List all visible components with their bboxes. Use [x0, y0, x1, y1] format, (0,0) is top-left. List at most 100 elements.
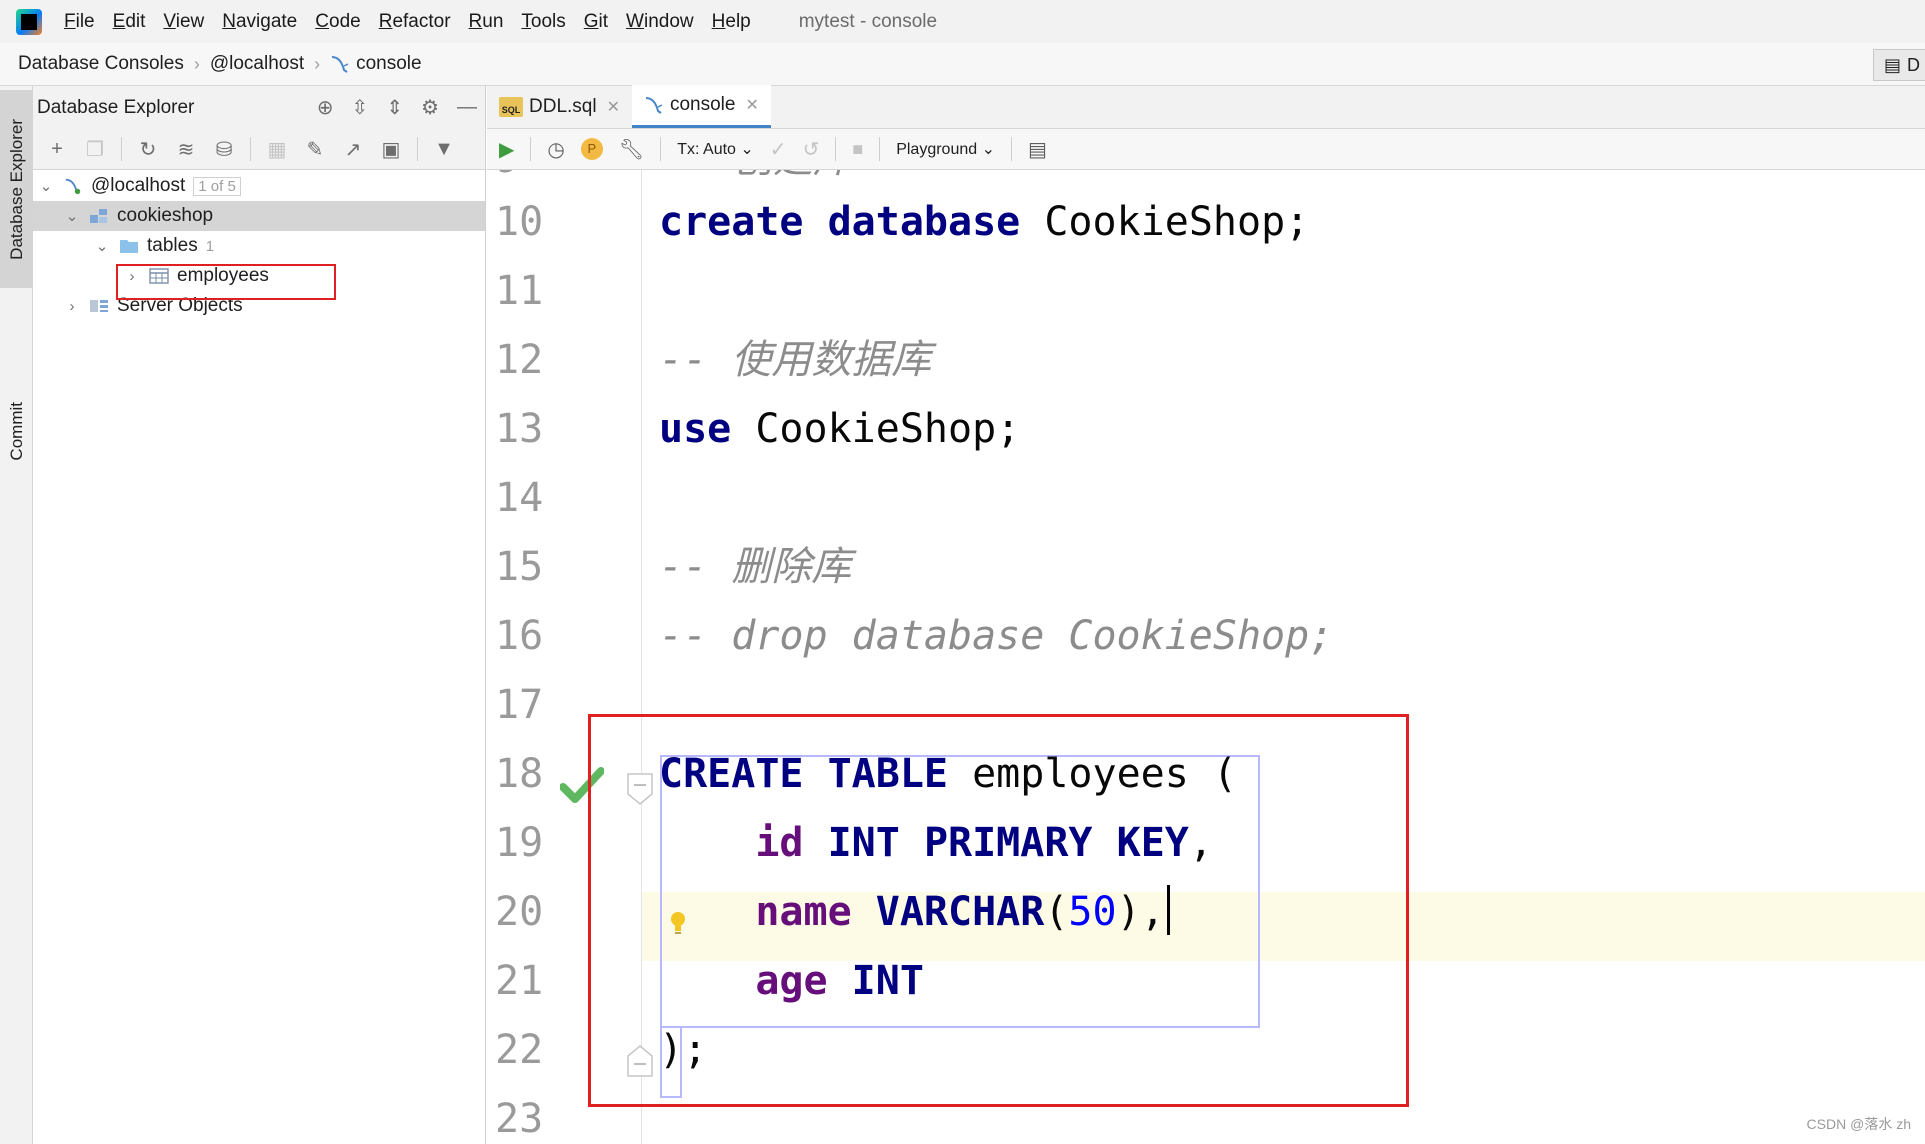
parameters-icon[interactable]: P	[580, 138, 603, 160]
comment-token: --	[659, 544, 732, 590]
menu-navigate[interactable]: Navigate	[222, 11, 297, 33]
tool-tab-commit[interactable]: Commit	[0, 381, 33, 481]
chevron-right-icon[interactable]: ›	[65, 298, 79, 315]
line-number: 17	[495, 682, 544, 728]
chevron-down-icon[interactable]: ⌄	[65, 207, 79, 225]
line-number: 20	[495, 889, 544, 935]
output-grid-icon[interactable]: ▤	[1028, 137, 1047, 162]
tab-console-label: console	[669, 94, 736, 115]
tool-tab-database-explorer-label: Database Explorer	[6, 118, 26, 260]
minimize-icon[interactable]: —	[457, 96, 477, 119]
menu-help[interactable]: Help	[712, 11, 751, 33]
playground-select[interactable]: Playground ⌄	[896, 139, 995, 159]
menu-window[interactable]: Window	[626, 11, 694, 33]
jump-to-source-icon[interactable]: ↗	[341, 137, 365, 162]
tab-ddl-sql-label: DDL.sql	[529, 95, 597, 117]
schema-properties-icon[interactable]: ≋	[174, 137, 198, 162]
tool-tab-database-explorer[interactable]: Database Explorer	[0, 90, 33, 288]
edit-icon[interactable]: ✎	[303, 137, 327, 162]
right-toolbar-button[interactable]: ▤ D	[1873, 49, 1925, 81]
console-ql-icon[interactable]: ▣	[379, 137, 403, 162]
tab-console[interactable]: console ✕	[631, 85, 771, 128]
menu-run[interactable]: Run	[469, 11, 504, 33]
right-toolbar-button-label: D	[1907, 54, 1921, 75]
close-icon[interactable]: ✕	[607, 97, 620, 117]
breadcrumb-localhost[interactable]: @localhost	[210, 53, 304, 75]
menu-refactor[interactable]: Refactor	[379, 11, 451, 33]
tx-mode-label: Tx: Auto	[677, 141, 736, 158]
wrench-icon[interactable]: 🔧︎	[619, 137, 644, 162]
chevron-down-icon[interactable]: ⌄	[39, 177, 53, 195]
close-icon[interactable]: ✕	[745, 95, 758, 115]
gear-icon[interactable]: ⚙	[421, 95, 439, 120]
tree-node-tables-label: tables	[147, 235, 198, 256]
menu-code[interactable]: Code	[315, 11, 360, 33]
editor-toolbar: ▶ ◷ P 🔧︎ Tx: Auto ⌄ ✓ ↺ ■ Playground ⌄ ▤	[487, 129, 1925, 170]
line-number: 22	[495, 1027, 544, 1073]
code-line-12: -- 使用数据库	[659, 326, 931, 395]
run-icon[interactable]: ▶	[499, 137, 514, 162]
tree-node-cookieshop[interactable]: ⌄ cookieshop	[33, 201, 485, 231]
sql-file-icon: SQL	[499, 96, 523, 117]
menu-view[interactable]: View	[163, 11, 204, 33]
keyword-token: database	[827, 199, 1021, 245]
add-icon[interactable]: +	[45, 138, 69, 161]
refresh-icon[interactable]: ↻	[136, 137, 160, 162]
menu-edit[interactable]: Edit	[113, 11, 146, 33]
breadcrumb-database-consoles[interactable]: Database Consoles	[18, 53, 184, 75]
comment-token: 删除库	[731, 544, 852, 590]
menu-tools[interactable]: Tools	[521, 11, 565, 33]
database-explorer-toolbar: + ❐ ↻ ≋ ⛁ ▦ ✎ ↗ ▣ ▼	[33, 129, 485, 170]
tree-node-cookieshop-label: cookieshop	[117, 205, 214, 226]
line-number: 12	[495, 337, 544, 383]
disconnect-icon[interactable]: ⛁	[212, 137, 236, 162]
tool-tab-commit-label: Commit	[6, 401, 26, 461]
tree-node-tables[interactable]: ⌄ tables 1	[33, 231, 485, 261]
toolbar-divider	[250, 137, 251, 161]
menu-git[interactable]: Git	[584, 11, 608, 33]
rollback-icon[interactable]: ↺	[803, 137, 820, 162]
collapse-all-icon[interactable]: ⇕	[386, 95, 403, 120]
datagrip-logo-icon	[16, 8, 42, 35]
locate-icon[interactable]: ⊕	[317, 95, 334, 120]
toolbar-divider	[417, 137, 418, 161]
tx-mode-select[interactable]: Tx: Auto ⌄	[677, 139, 754, 159]
code-line-10: create database CookieShop;	[659, 188, 1309, 257]
breadcrumb-console[interactable]: console	[356, 53, 422, 75]
line-number: 13	[495, 406, 544, 452]
keyword-token: create	[659, 199, 804, 245]
filter-icon[interactable]: ▼	[432, 138, 456, 161]
mysql-dolphin-icon	[645, 97, 663, 114]
identifier-token: CookieShop;	[1020, 199, 1310, 245]
employees-annotation-box	[116, 264, 336, 300]
menu-bar: File Edit View Navigate Code Refactor Ru…	[0, 0, 1925, 43]
expand-all-icon[interactable]: ⇳	[352, 95, 369, 120]
history-icon[interactable]: ◷	[547, 137, 564, 162]
tables-count-badge: 1	[205, 237, 215, 255]
menu-file[interactable]: File	[64, 11, 95, 33]
comment-token: 使用数据库	[731, 337, 932, 383]
comment-token: --	[659, 337, 732, 383]
stop-icon[interactable]: ■	[852, 139, 863, 160]
code-line-16: -- drop database CookieShop;	[659, 613, 1334, 659]
chevron-down-icon[interactable]: ⌄	[95, 237, 109, 255]
commit-icon[interactable]: ✓	[770, 137, 787, 162]
tree-node-localhost-label: @localhost	[91, 175, 186, 196]
tab-ddl-sql[interactable]: SQL DDL.sql ✕	[487, 85, 632, 128]
line-number: 21	[495, 958, 544, 1004]
code-line-13: use CookieShop;	[659, 395, 1020, 464]
duplicate-icon[interactable]: ❐	[83, 137, 107, 162]
line-number: 19	[495, 820, 544, 866]
line-number: 16	[495, 613, 544, 659]
watermark: CSDN @落水 zh	[1806, 1116, 1911, 1132]
window-title: mytest - console	[798, 10, 938, 32]
table-view-icon[interactable]: ▦	[265, 137, 289, 162]
database-explorer-title: Database Explorer	[37, 96, 195, 118]
database-icon: ▤	[1884, 54, 1902, 75]
line-number: 10	[495, 199, 544, 245]
identifier-token: CookieShop;	[731, 406, 1021, 452]
create-table-annotation-box	[588, 714, 1409, 1107]
toolbar-divider	[1011, 137, 1013, 161]
tree-node-localhost[interactable]: ⌄ @localhost 1 of 5	[33, 171, 485, 201]
code-line-15: -- 删除库	[659, 533, 851, 602]
